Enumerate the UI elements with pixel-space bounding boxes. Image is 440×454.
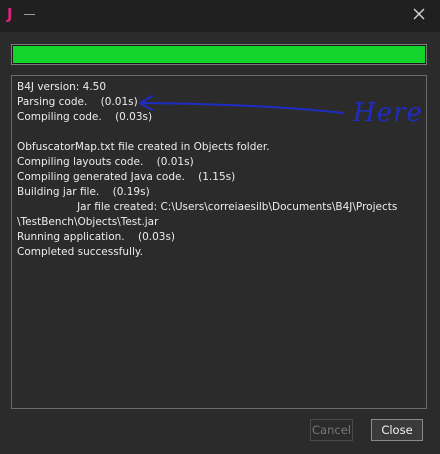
close-button[interactable]: Close <box>371 419 423 441</box>
annotation-label: Here <box>353 98 423 128</box>
progress-bar <box>11 44 427 65</box>
log-line: B4J version: 4.50 <box>17 81 107 93</box>
close-icon[interactable] <box>412 7 426 21</box>
title-bar: J <box>0 0 440 32</box>
log-line: Running application. (0.03s) <box>17 231 176 243</box>
log-line: Building jar file. (0.19s) <box>17 186 150 198</box>
window-title-placeholder <box>24 14 35 15</box>
app-icon: J <box>7 5 13 23</box>
cancel-button[interactable]: Cancel <box>310 419 353 441</box>
log-line: Compiling layouts code. (0.01s) <box>17 156 194 168</box>
compile-dialog: J B4J version: 4.50 Parsing code. (0.01s… <box>0 0 440 454</box>
log-line: \TestBench\Objects\Test.jar <box>17 216 159 228</box>
log-line: ObfuscatorMap.txt file created in Object… <box>17 141 270 153</box>
log-line: Completed successfully. <box>17 246 143 258</box>
log-line: Jar file created: C:\Users\correiaesilb\… <box>17 201 398 213</box>
progress-fill <box>13 46 425 63</box>
log-line: Compiling generated Java code. (1.15s) <box>17 171 236 183</box>
